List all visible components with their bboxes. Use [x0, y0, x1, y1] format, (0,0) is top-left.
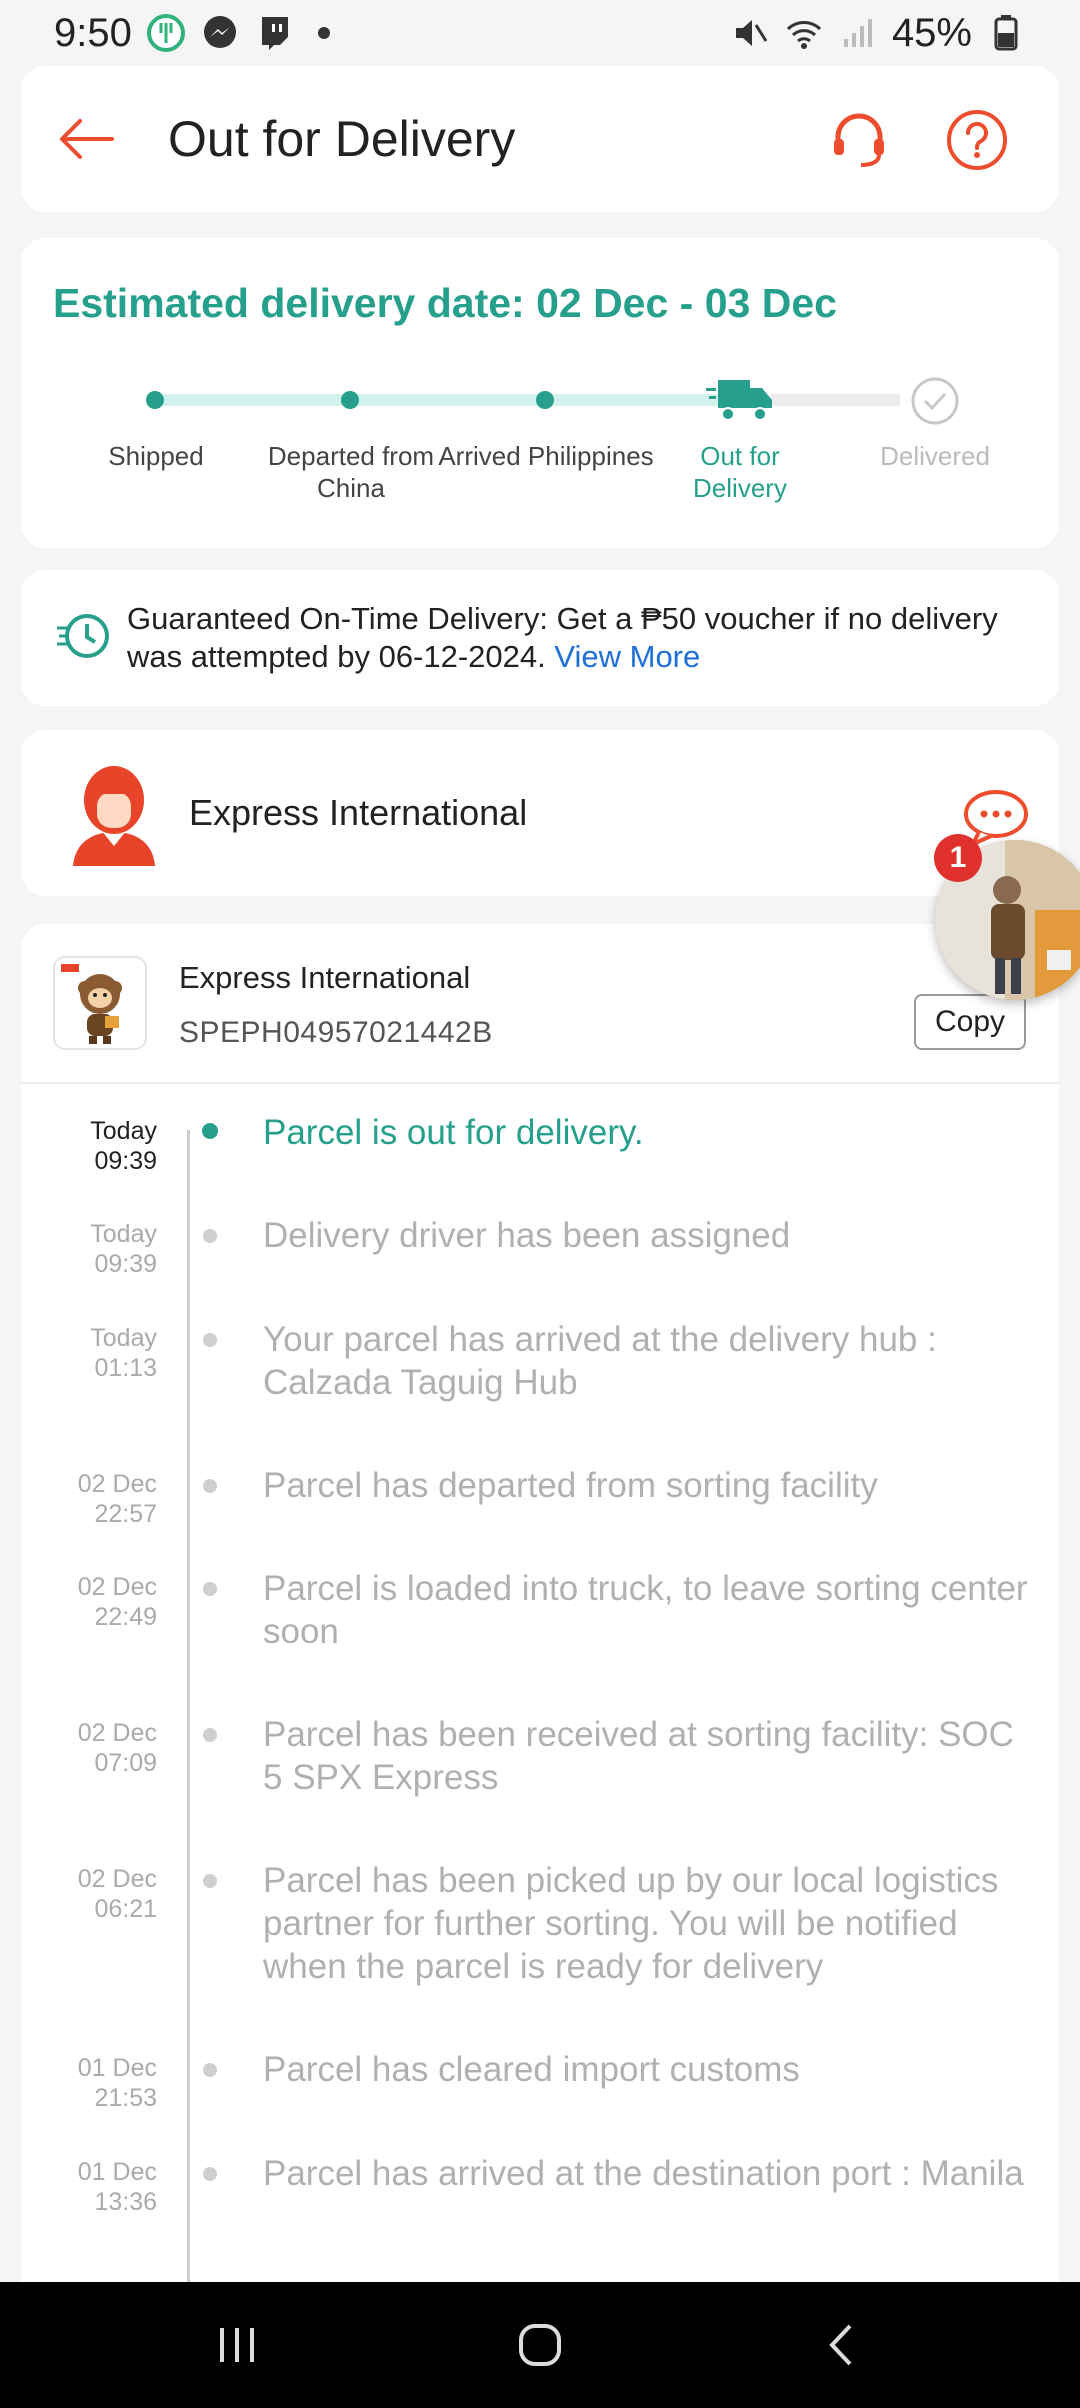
event-day: 02 Dec — [77, 1865, 157, 1893]
event-text: Parcel has been received at sorting faci… — [263, 1715, 1014, 1797]
progress-segment — [155, 394, 350, 406]
customer-support-icon — [834, 113, 884, 167]
estimated-delivery-date: Estimated delivery date: 02 Dec - 03 Dec — [53, 280, 837, 326]
stage-label-arrived: Arrived Philippines — [438, 441, 654, 471]
back-button[interactable] — [51, 104, 121, 174]
system-nav-bar — [0, 2282, 1080, 2408]
event-text: Parcel has cleared import customs — [263, 2050, 800, 2089]
event-text: Your parcel has arrived at the delivery … — [263, 1320, 937, 1402]
event-dot — [203, 1874, 217, 1888]
mute-icon — [730, 13, 770, 53]
back-arrow-icon — [60, 119, 114, 159]
event-day: Today — [90, 1117, 157, 1145]
messenger-icon — [200, 13, 240, 53]
event-time: 09:39 — [94, 1250, 157, 1278]
recent-apps-button[interactable] — [197, 2312, 277, 2378]
event-day: 02 Dec — [77, 1573, 157, 1601]
stage-arrived-dot — [536, 391, 554, 409]
event-dot — [203, 1728, 217, 1742]
event-dot — [203, 2167, 217, 2181]
event-day: 01 Dec — [77, 2054, 157, 2082]
stage-shipped-dot — [146, 391, 164, 409]
carrier-logo — [53, 956, 147, 1050]
twitch-icon — [254, 13, 294, 53]
help-button[interactable] — [939, 102, 1015, 178]
battery-percent: 45% — [891, 10, 972, 55]
progress-segment — [350, 394, 545, 406]
delivered-check-icon — [910, 376, 960, 426]
event-dot — [203, 1333, 217, 1347]
guarantee-text: Guaranteed On-Time Delivery: Get a ₱50 v… — [127, 600, 1037, 676]
home-icon — [519, 2324, 561, 2366]
event-day: 02 Dec — [77, 1719, 157, 1747]
event-time: 22:57 — [94, 1500, 157, 1528]
stage-label-out-for-delivery: Out for Delivery — [693, 441, 787, 503]
event-time: 13:36 — [94, 2188, 157, 2216]
event-dot — [203, 2063, 217, 2077]
customer-support-button[interactable] — [821, 102, 897, 178]
event-time: 07:09 — [94, 1749, 157, 1777]
home-button[interactable] — [500, 2312, 580, 2378]
recent-apps-icon — [220, 2328, 254, 2362]
event-text: Parcel is out for delivery. — [263, 1113, 644, 1152]
app-header: Out for Delivery — [21, 66, 1059, 212]
tracking-number: SPEPH04957021442B — [179, 1016, 493, 1049]
event-day: Today — [90, 1324, 157, 1352]
help-icon — [947, 110, 1007, 170]
view-more-link[interactable]: View More — [554, 639, 700, 674]
stage-label-shipped: Shipped — [108, 441, 204, 471]
event-text: Parcel has been picked up by our local l… — [263, 1861, 999, 1986]
event-text: Parcel has departed from sorting facilit… — [263, 1466, 878, 1505]
notification-dot — [317, 27, 330, 39]
stage-departed-dot — [341, 391, 359, 409]
event-time: 22:49 — [94, 1603, 157, 1631]
back-chevron-icon — [829, 2324, 852, 2366]
event-time: 01:13 — [94, 1354, 157, 1382]
event-text: Parcel has arrived at the destination po… — [263, 2154, 1024, 2193]
event-dot-active — [202, 1123, 218, 1139]
on-time-guarantee-banner: Guaranteed On-Time Delivery: Get a ₱50 v… — [21, 570, 1059, 706]
notification-badge: 1 — [934, 834, 982, 882]
divider — [21, 1082, 1059, 1084]
signal-icon — [838, 13, 878, 53]
event-dot — [203, 1479, 217, 1493]
carrier-name: Express International — [179, 960, 471, 995]
event-time: 06:21 — [94, 1895, 157, 1923]
courier-avatar — [59, 758, 169, 868]
event-dot — [203, 1229, 217, 1243]
event-time: 21:53 — [94, 2084, 157, 2112]
progress-segment-pending — [770, 394, 900, 406]
status-bar: 9:50 45% — [0, 0, 1080, 66]
clock-speed-icon — [55, 608, 111, 664]
food-app-icon — [146, 13, 186, 53]
event-text: Parcel is loaded into truck, to leave so… — [263, 1569, 1028, 1651]
event-time: 09:39 — [94, 1147, 157, 1175]
event-text: Delivery driver has been assigned — [263, 1216, 791, 1255]
courier-name: Express International — [189, 792, 528, 833]
event-dot — [203, 1582, 217, 1596]
copy-tracking-button[interactable]: Copy — [914, 994, 1026, 1050]
status-time: 9:50 — [54, 10, 132, 55]
timeline-line — [187, 1130, 190, 2284]
delivery-truck-icon — [706, 376, 774, 424]
page-title: Out for Delivery — [168, 111, 516, 167]
courier-card: Express International — [21, 730, 1059, 896]
event-day: Today — [90, 1220, 157, 1248]
event-day: 01 Dec — [77, 2158, 157, 2186]
nav-back-button[interactable] — [803, 2312, 883, 2378]
wifi-icon — [784, 13, 824, 53]
stage-label-delivered: Delivered — [880, 441, 990, 471]
event-day: 02 Dec — [77, 1470, 157, 1498]
battery-icon — [986, 13, 1026, 53]
stage-label-departed: Departed from China — [267, 441, 435, 503]
